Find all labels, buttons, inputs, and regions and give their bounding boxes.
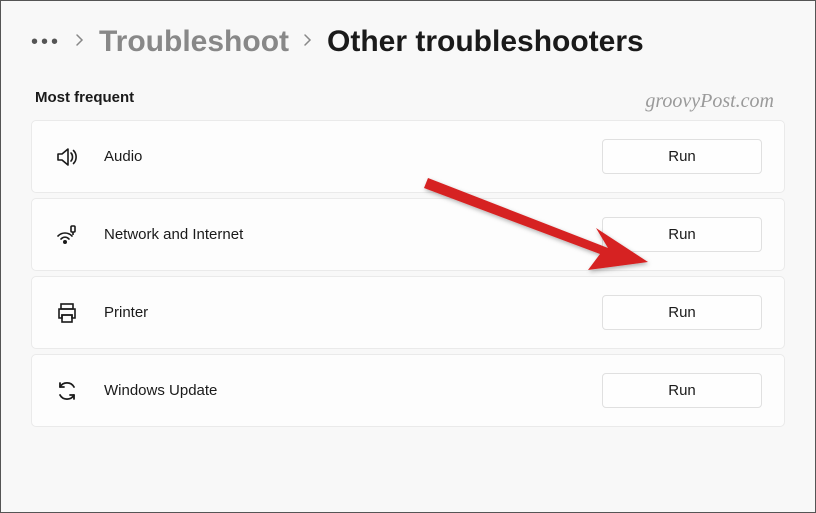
run-button[interactable]: Run (602, 373, 762, 408)
row-left: Audio (54, 144, 142, 170)
item-label: Network and Internet (104, 226, 243, 243)
chevron-right-icon (303, 33, 313, 52)
row-left: Windows Update (54, 378, 217, 404)
item-label: Audio (104, 148, 142, 165)
run-button[interactable]: Run (602, 295, 762, 330)
item-label: Printer (104, 304, 148, 321)
section-header: Most frequent (31, 89, 785, 106)
troubleshooter-windows-update[interactable]: Windows Update Run (31, 354, 785, 427)
breadcrumb-more-icon[interactable]: ••• (31, 31, 61, 54)
breadcrumb: ••• Troubleshoot Other troubleshooters (31, 25, 785, 59)
troubleshooter-audio[interactable]: Audio Run (31, 120, 785, 193)
speaker-icon (54, 144, 80, 170)
printer-icon (54, 300, 80, 326)
item-label: Windows Update (104, 382, 217, 399)
row-left: Network and Internet (54, 222, 243, 248)
refresh-icon (54, 378, 80, 404)
wifi-icon (54, 222, 80, 248)
breadcrumb-parent[interactable]: Troubleshoot (99, 25, 289, 59)
troubleshooter-list: Audio Run Network and Internet Run (31, 120, 785, 427)
run-button[interactable]: Run (602, 139, 762, 174)
run-button[interactable]: Run (602, 217, 762, 252)
settings-page: ••• Troubleshoot Other troubleshooters M… (0, 0, 816, 513)
troubleshooter-network[interactable]: Network and Internet Run (31, 198, 785, 271)
breadcrumb-current: Other troubleshooters (327, 25, 644, 59)
troubleshooter-printer[interactable]: Printer Run (31, 276, 785, 349)
chevron-right-icon (75, 33, 85, 52)
row-left: Printer (54, 300, 148, 326)
